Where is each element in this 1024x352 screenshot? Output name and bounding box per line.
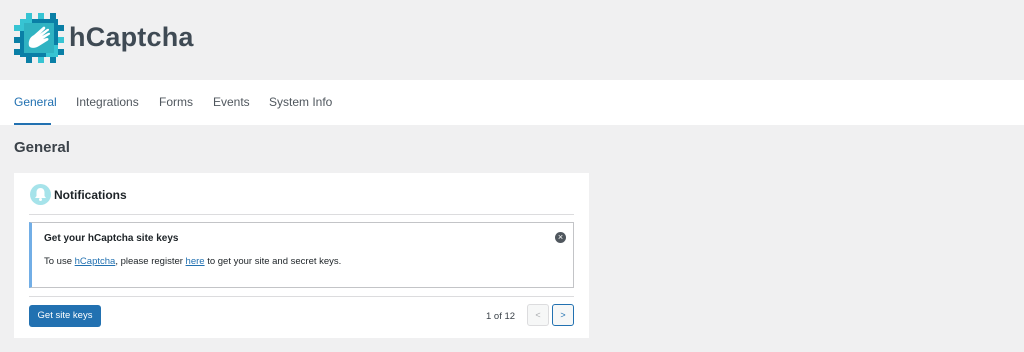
tab-bar: General Integrations Forms Events System… <box>0 80 1024 125</box>
brand-name: hCaptcha <box>69 22 194 52</box>
notice-site-keys: Get your hCaptcha site keys To use hCapt… <box>29 222 574 288</box>
notice-text: To use hCaptcha, please register here to… <box>44 256 342 267</box>
tab-events[interactable]: Events <box>213 80 250 125</box>
notifications-title: Notifications <box>54 188 127 202</box>
active-tab-indicator <box>14 123 51 125</box>
notifications-card: Notifications Get your hCaptcha site key… <box>14 173 589 338</box>
divider-bottom <box>29 296 574 297</box>
get-site-keys-button[interactable]: Get site keys <box>29 305 101 327</box>
page-title: General <box>14 139 70 156</box>
hcaptcha-logo-hand-icon <box>14 13 64 63</box>
pager-count: 1 of 12 <box>486 311 516 322</box>
bell-icon <box>30 184 51 205</box>
notice-title: Get your hCaptcha site keys <box>44 233 179 244</box>
register-here-link[interactable]: here <box>186 256 205 267</box>
tab-system-info[interactable]: System Info <box>269 80 332 125</box>
divider-top <box>29 214 574 215</box>
header: hCaptcha <box>0 0 1024 80</box>
pager-next-button[interactable]: > <box>552 304 574 326</box>
close-icon[interactable]: × <box>555 232 566 243</box>
tab-forms[interactable]: Forms <box>159 80 193 125</box>
tab-integrations[interactable]: Integrations <box>76 80 139 125</box>
hcaptcha-link[interactable]: hCaptcha <box>75 256 116 267</box>
tab-general[interactable]: General <box>14 80 57 125</box>
pager-prev-button[interactable]: < <box>527 304 549 326</box>
